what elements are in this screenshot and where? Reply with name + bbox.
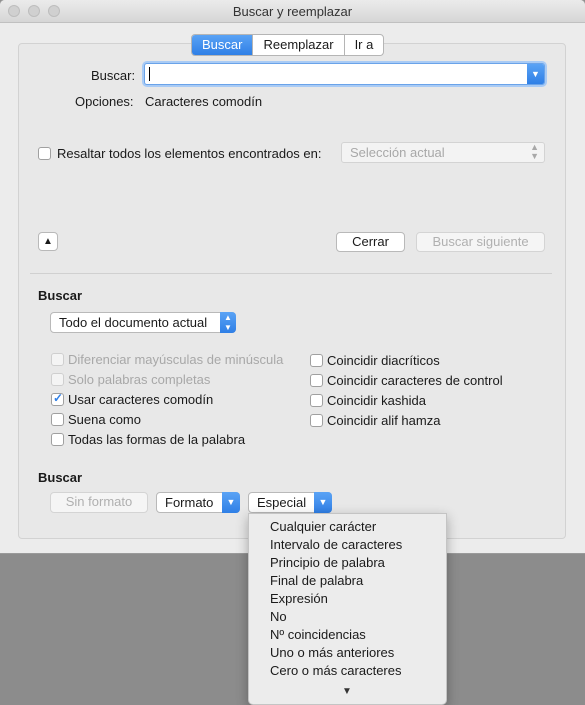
menu-item-expression[interactable]: Expresión bbox=[270, 591, 328, 606]
format-menu-button[interactable]: Formato ▼ bbox=[156, 492, 240, 513]
menu-item-word-end[interactable]: Final de palabra bbox=[270, 573, 363, 588]
find-replace-window: Buscar y reemplazar Buscar Reemplazar Ir… bbox=[0, 0, 585, 553]
highlight-scope-value: Selección actual bbox=[350, 145, 445, 160]
divider bbox=[30, 273, 552, 274]
search-label: Buscar: bbox=[91, 68, 136, 83]
title-bar: Buscar y reemplazar bbox=[0, 0, 585, 23]
match-case-checkbox[interactable] bbox=[51, 353, 64, 366]
menu-item-character-range[interactable]: Intervalo de caracteres bbox=[270, 537, 402, 552]
highlight-all-label: Resaltar todos los elementos encontrados… bbox=[57, 146, 322, 161]
menu-item-one-or-more-previous[interactable]: Uno o más anteriores bbox=[270, 645, 394, 660]
tab-find[interactable]: Buscar bbox=[192, 35, 254, 55]
chevron-down-icon: ▼ bbox=[222, 492, 240, 513]
tab-replace[interactable]: Reemplazar bbox=[253, 35, 345, 55]
window-title: Buscar y reemplazar bbox=[232, 4, 353, 19]
match-alif-hamza-checkbox[interactable] bbox=[310, 414, 323, 427]
updown-arrows-icon: ▲ ▼ bbox=[220, 312, 236, 333]
find-next-button[interactable]: Buscar siguiente bbox=[416, 232, 545, 252]
special-menu-button[interactable]: Especial ▼ bbox=[248, 492, 332, 513]
chevron-up-icon: ▲ bbox=[43, 236, 53, 247]
match-kashida-label: Coincidir kashida bbox=[327, 393, 426, 408]
highlight-all-checkbox[interactable] bbox=[38, 147, 51, 160]
match-diacritics-checkbox[interactable] bbox=[310, 354, 323, 367]
highlight-scope-select: Selección actual ▲ ▼ bbox=[341, 142, 545, 163]
match-control-chars-checkbox[interactable] bbox=[310, 374, 323, 387]
scroll-down-arrow-icon[interactable]: ▼ bbox=[342, 686, 352, 697]
text-caret bbox=[149, 67, 150, 81]
menu-item-any-character[interactable]: Cualquier carácter bbox=[270, 519, 376, 534]
close-button[interactable]: Cerrar bbox=[336, 232, 405, 252]
search-scope-popup[interactable]: Todo el documento actual ▲ ▼ bbox=[50, 312, 236, 333]
sounds-like-checkbox[interactable] bbox=[51, 413, 64, 426]
wildcards-label: Usar caracteres comodín bbox=[68, 392, 214, 407]
options-label: Opciones: bbox=[75, 94, 134, 109]
chevron-down-icon[interactable]: ▼ bbox=[527, 64, 544, 84]
all-word-forms-checkbox[interactable] bbox=[51, 433, 64, 446]
options-value: Caracteres comodín bbox=[145, 94, 263, 109]
find-panel bbox=[18, 43, 566, 539]
all-word-forms-label: Todas las formas de la palabra bbox=[68, 432, 246, 447]
special-menu: Cualquier carácter Intervalo de caracter… bbox=[248, 513, 447, 705]
no-format-button[interactable]: Sin formato bbox=[50, 492, 148, 513]
menu-item-word-start[interactable]: Principio de palabra bbox=[270, 555, 385, 570]
match-control-chars-label: Coincidir caracteres de control bbox=[327, 373, 503, 388]
search-scope-value: Todo el documento actual bbox=[59, 315, 208, 330]
search-input[interactable]: ▼ bbox=[144, 63, 545, 85]
special-label: Especial bbox=[257, 495, 307, 510]
sounds-like-label: Suena como bbox=[68, 412, 141, 427]
menu-item-not[interactable]: No bbox=[270, 609, 287, 624]
menu-item-zero-or-more-chars[interactable]: Cero o más caracteres bbox=[270, 663, 402, 678]
format-label: Formato bbox=[165, 495, 214, 510]
updown-arrows-icon: ▲ ▼ bbox=[530, 142, 539, 161]
match-diacritics-label: Coincidir diacríticos bbox=[327, 353, 440, 368]
match-alif-hamza-label: Coincidir alif hamza bbox=[327, 413, 441, 428]
match-case-label: Diferenciar mayúsculas de minúscula bbox=[68, 352, 284, 367]
search-section-heading: Buscar bbox=[38, 288, 83, 303]
whole-words-label: Solo palabras completas bbox=[68, 372, 211, 387]
format-section-heading: Buscar bbox=[38, 470, 83, 485]
collapse-button[interactable]: ▲ bbox=[38, 232, 58, 251]
tab-bar: Buscar Reemplazar Ir a bbox=[191, 34, 385, 56]
chevron-down-icon: ▼ bbox=[314, 492, 332, 513]
match-kashida-checkbox[interactable] bbox=[310, 394, 323, 407]
whole-words-checkbox[interactable] bbox=[51, 373, 64, 386]
tab-go-to[interactable]: Ir a bbox=[345, 35, 384, 55]
menu-item-num-occurrences[interactable]: Nº coincidencias bbox=[270, 627, 366, 642]
wildcards-checkbox[interactable] bbox=[51, 391, 64, 406]
